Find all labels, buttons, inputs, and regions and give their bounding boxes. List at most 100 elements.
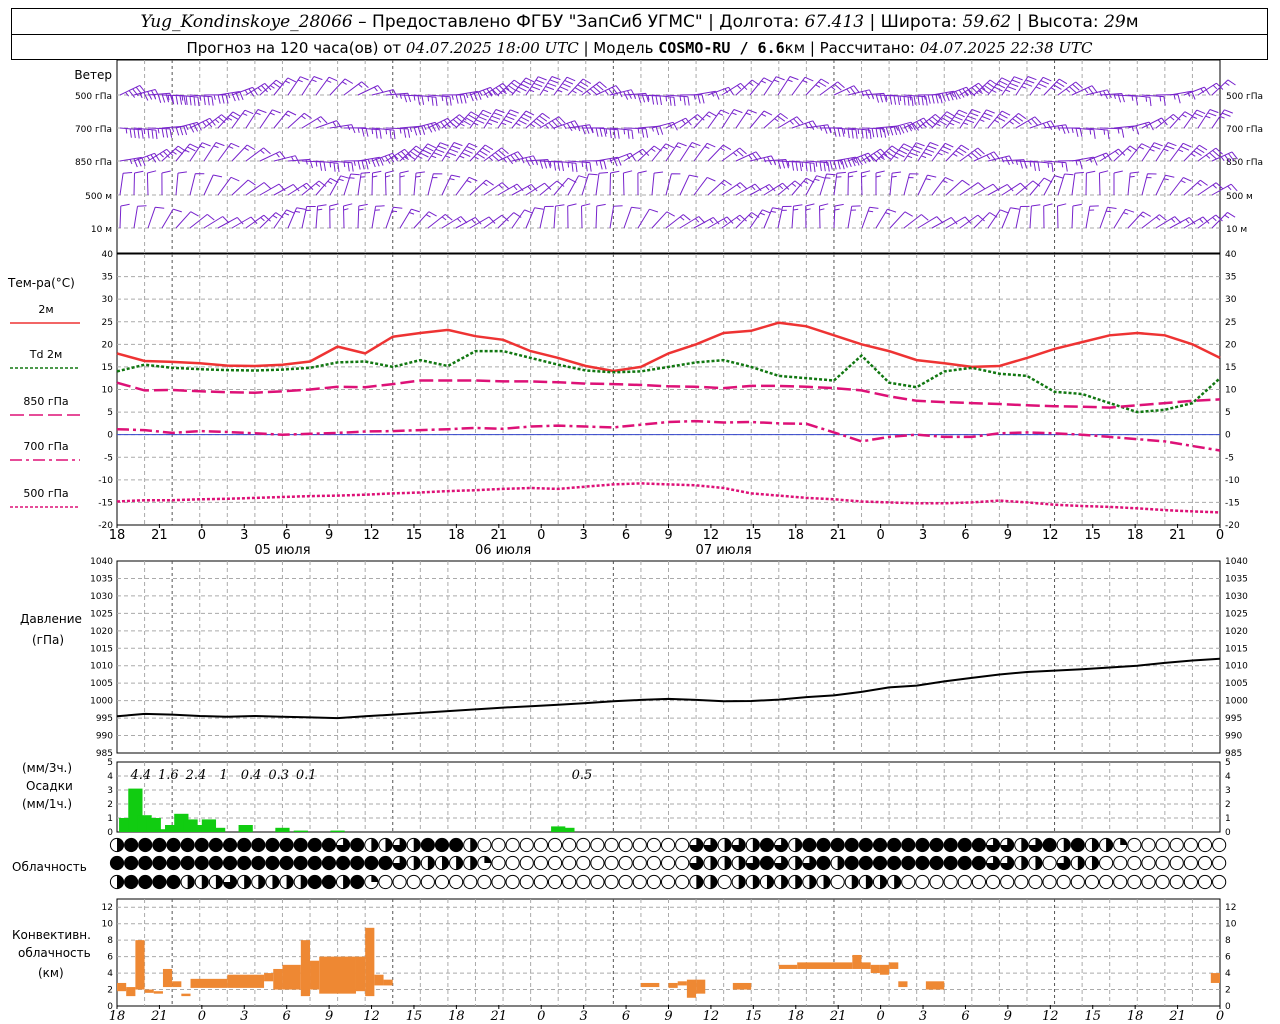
cloud-fill <box>286 875 294 889</box>
wind-barb <box>1155 142 1177 162</box>
cloud-symbol <box>364 837 379 853</box>
cloud-fill <box>738 856 746 870</box>
wind-barb <box>595 127 620 139</box>
cloud-fill <box>413 838 421 852</box>
cloud-fill <box>781 875 788 889</box>
cloud-symbol <box>449 837 464 853</box>
cloud-symbol <box>265 874 280 890</box>
cloud-symbol <box>1099 855 1114 871</box>
conv-bar <box>640 982 660 988</box>
temp-tick-left: -5 <box>104 453 113 463</box>
cloud-symbol <box>109 855 125 871</box>
pressure-tick-right: 1005 <box>1225 679 1248 689</box>
cloud-circle <box>265 837 280 853</box>
cloud-fill <box>343 875 350 889</box>
cloud-symbol <box>378 874 393 890</box>
temp-tick-right: -10 <box>1225 476 1240 486</box>
cloud-symbol <box>774 855 789 871</box>
cloud-symbol <box>434 837 450 853</box>
cloud-circle <box>279 855 294 871</box>
cloud-circle <box>152 874 167 890</box>
cloud-symbol <box>1070 874 1085 890</box>
wind-barb <box>1071 127 1096 139</box>
cloud-symbol <box>1028 837 1043 853</box>
cloud-circle <box>646 855 662 871</box>
temp-tick-right: 10 <box>1225 386 1237 396</box>
cloud-fill <box>1106 838 1113 852</box>
cloud-symbol <box>646 874 662 890</box>
conv-bar <box>126 987 136 997</box>
cloud-fill <box>187 875 195 889</box>
wind-barb <box>553 160 578 173</box>
cloud-circle <box>166 837 181 853</box>
wind-barb <box>1099 206 1117 229</box>
cloud-symbol <box>1197 837 1213 853</box>
wind-barb <box>707 179 732 196</box>
cloud-circle <box>519 855 534 871</box>
cloud-circle <box>533 874 549 890</box>
wind-barb <box>301 160 326 171</box>
cloud-symbol <box>731 855 746 871</box>
wind-barb <box>735 109 757 129</box>
pressure-tick-right: 1000 <box>1225 697 1248 707</box>
cloud-fill <box>371 875 378 882</box>
cloud-circle <box>124 855 139 871</box>
cloud-symbol <box>477 837 492 853</box>
cloud-circle <box>604 837 619 853</box>
cloud-circle <box>1197 855 1213 871</box>
cloud-symbol <box>251 837 266 853</box>
temp-tick-right: 20 <box>1225 340 1237 350</box>
cloud-symbol <box>830 837 845 853</box>
cloud-symbol <box>166 874 181 890</box>
cloud-symbol <box>166 837 181 853</box>
wind-barb <box>455 216 482 229</box>
cloud-symbol <box>406 874 421 890</box>
conv-bar <box>732 982 752 990</box>
wind-barb <box>637 170 647 196</box>
cloud-symbol <box>562 855 577 871</box>
cloud-fill <box>880 875 887 889</box>
precip-bar <box>293 830 308 832</box>
precip-total-label: 4.4 <box>129 768 151 783</box>
cloud-symbol <box>1127 855 1142 871</box>
cloud-circle <box>1141 837 1156 853</box>
cloud-fill <box>724 856 732 870</box>
cloud-symbol <box>463 837 478 853</box>
wind-barb <box>860 170 871 196</box>
cloud-circle <box>208 837 224 853</box>
cloud-circle <box>929 855 944 871</box>
cloud-symbol <box>505 855 520 871</box>
time-tick-label: 15 <box>1084 1009 1101 1024</box>
precip-tick-right: 1 <box>1225 814 1231 824</box>
cloud-symbol <box>1014 874 1029 890</box>
cloud-symbol <box>519 837 534 853</box>
cloud-symbol <box>1183 855 1198 871</box>
cloud-symbol <box>1212 874 1227 890</box>
cloud-circle <box>1212 837 1227 853</box>
time-tick-label: 0 <box>1216 1009 1224 1024</box>
wind-barb <box>189 214 215 229</box>
cloud-symbol <box>293 837 308 853</box>
wind-barb <box>609 170 620 196</box>
cloud-circle <box>1113 874 1128 890</box>
cloud-circle <box>547 874 563 890</box>
cloud-circle <box>759 855 775 871</box>
cloud-symbol <box>251 855 266 871</box>
cloud-symbol <box>1084 874 1100 890</box>
wind-barb <box>805 124 832 134</box>
cloud-symbol <box>660 855 676 871</box>
legend-label-0: 2м <box>38 303 53 316</box>
wind-barb <box>245 147 271 162</box>
cloud-symbol <box>420 874 435 890</box>
wind-barb <box>777 205 792 229</box>
wind-barb <box>805 203 815 229</box>
wind-barb <box>595 203 606 229</box>
wind-barb <box>623 206 641 229</box>
wind-barb <box>679 142 701 162</box>
wind-barb <box>651 171 664 196</box>
conv-bar <box>273 968 283 990</box>
cloud-fill <box>1077 856 1085 870</box>
precip-tick-right: 3 <box>1225 786 1231 796</box>
cloud-symbol <box>689 837 704 853</box>
cloud-symbol <box>957 837 972 853</box>
